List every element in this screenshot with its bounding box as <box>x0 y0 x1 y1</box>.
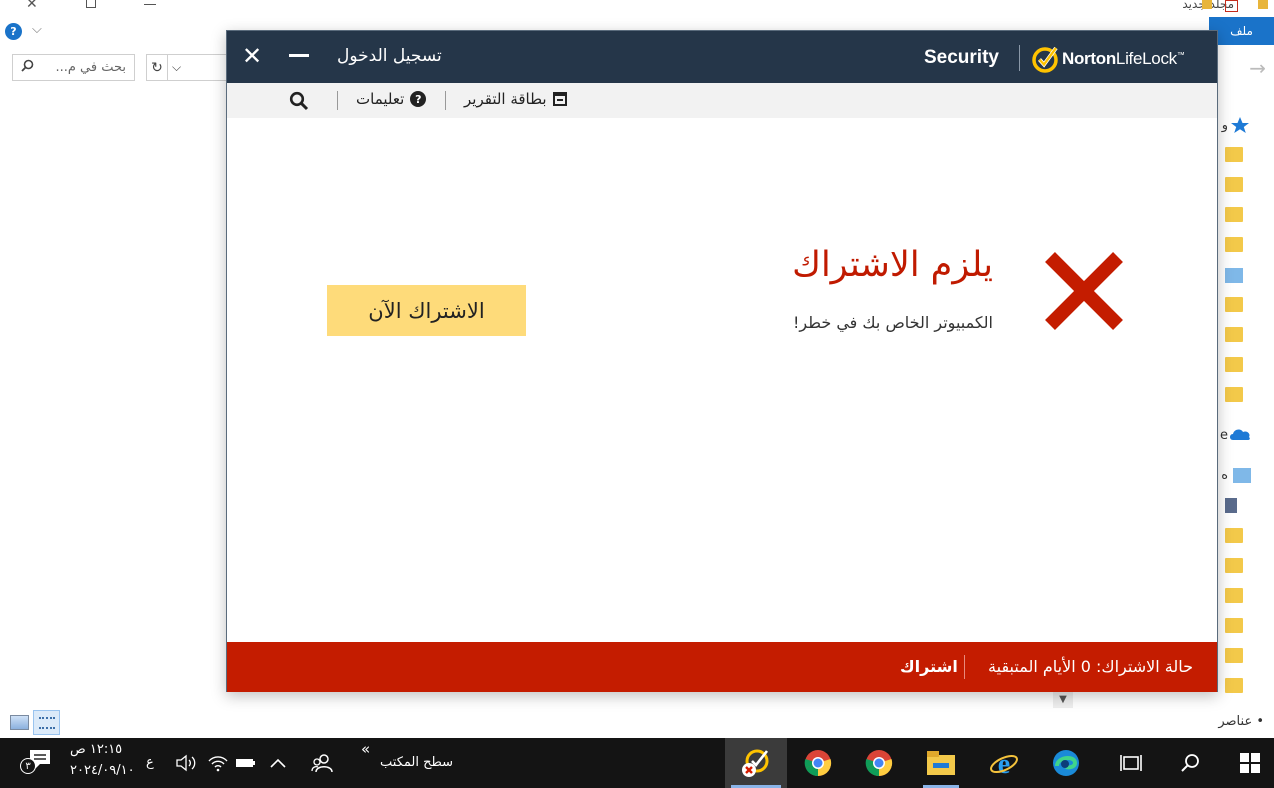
days-remaining: 0 الأيام المتبقية <box>988 657 1091 676</box>
norton-lifelock-logo: NortonLifeLock™ <box>1062 49 1185 68</box>
logo-lifelock-text: LifeLock <box>1115 49 1177 68</box>
product-name: Security <box>924 47 999 68</box>
sign-in-link[interactable]: تسجيل الدخول <box>337 46 442 66</box>
explorer-titlebar: مجلد جديد ✕ <box>0 0 1274 14</box>
explorer-search-input[interactable]: بحث في م... <box>12 54 135 81</box>
search-icon[interactable] <box>1166 738 1214 788</box>
norton-checkmark-logo-icon <box>1032 46 1058 73</box>
status-items-count: • عناصر <box>1218 714 1264 729</box>
file-explorer-icon[interactable] <box>917 738 965 788</box>
windows-start-icon[interactable] <box>1226 738 1274 788</box>
3d-objects-icon[interactable] <box>1225 498 1237 513</box>
report-card-label: بطاقة التقرير <box>464 90 547 108</box>
help-label: تعليمات <box>356 90 405 108</box>
subscription-status-label: حالة الاشتراك: <box>1096 657 1193 676</box>
minimize-button[interactable] <box>289 54 309 57</box>
report-card-button[interactable]: بطاقة التقرير <box>464 90 567 108</box>
clock-date: ٢٠٢٤/٠٩/١٠ <box>70 763 135 778</box>
toolbar-divider <box>445 91 446 110</box>
desktop-folder-icon[interactable] <box>1225 147 1243 162</box>
help-menu[interactable]: ? تعليمات <box>356 90 427 108</box>
norton-main-panel: يلزم الاشتراك الكمبيوتر الخاص بك في خطر!… <box>227 118 1217 642</box>
properties-icon[interactable] <box>1225 0 1238 12</box>
explorer-close-button[interactable]: ✕ <box>26 0 38 12</box>
edge-icon[interactable] <box>1042 738 1090 788</box>
help-icon: ? <box>410 91 427 107</box>
new-folder-icon[interactable] <box>1202 0 1212 9</box>
toolbar-divider <box>337 91 338 110</box>
nav-item-label: e <box>1220 428 1228 443</box>
input-language-indicator[interactable]: ع <box>146 755 154 770</box>
music-folder-icon[interactable] <box>1225 618 1243 633</box>
task-view-icon[interactable] <box>1107 738 1155 788</box>
folder-icon[interactable] <box>1225 297 1243 312</box>
error-x-icon <box>1045 252 1123 330</box>
this-pc-icon[interactable] <box>1225 268 1243 283</box>
folder-icon[interactable] <box>1225 357 1243 372</box>
folder-icon[interactable] <box>1225 387 1243 402</box>
people-icon[interactable] <box>298 738 346 788</box>
pictures-folder-icon[interactable] <box>1225 237 1243 252</box>
downloads-folder-icon[interactable] <box>1225 177 1243 192</box>
chrome-icon[interactable] <box>855 738 903 788</box>
nav-item-label: و <box>1221 118 1228 133</box>
pictures-folder-icon[interactable] <box>1225 648 1243 663</box>
norton-window: ✕ تسجيل الدخول Security NortonLifeLock™ … <box>226 30 1218 692</box>
internet-explorer-icon[interactable]: e <box>980 738 1028 788</box>
forward-arrow-icon[interactable]: → <box>1249 56 1266 80</box>
documents-folder-icon[interactable] <box>1225 207 1243 222</box>
videos-folder-icon[interactable] <box>1225 678 1243 693</box>
quick-access-star-icon[interactable] <box>1230 116 1250 134</box>
logo-norton-text: Norton <box>1062 49 1116 68</box>
folder-icon[interactable] <box>1225 327 1243 342</box>
explorer-restore-button[interactable] <box>86 0 96 8</box>
clock-time: ١٢:١٥ ص <box>70 742 123 757</box>
volume-icon[interactable] <box>168 738 206 788</box>
refresh-button[interactable]: ↻ <box>146 54 168 81</box>
nav-item-label: ه <box>1221 468 1228 483</box>
downloads-folder-icon[interactable] <box>1225 528 1243 543</box>
subscription-status-text: حالة الاشتراك: 0 الأيام المتبقية <box>988 657 1193 676</box>
search-icon <box>21 59 34 76</box>
address-history-dropdown[interactable]: ⌵ <box>168 54 228 81</box>
norton-toolbar: ? تعليمات بطاقة التقرير <box>227 83 1217 118</box>
this-pc-icon[interactable] <box>1233 468 1251 483</box>
toolbar-expand-chevrons[interactable]: » <box>361 740 370 758</box>
details-view-icon[interactable] <box>33 710 60 735</box>
desktop-folder-icon[interactable] <box>1225 558 1243 573</box>
subscribe-now-button[interactable]: الاشتراك الآن <box>327 285 526 336</box>
explorer-minimize-button[interactable] <box>144 4 156 5</box>
header-divider <box>1019 45 1020 71</box>
help-icon[interactable]: ? <box>5 23 22 40</box>
calendar-icon <box>552 92 567 106</box>
status-title: يلزم الاشتراك <box>792 245 993 285</box>
scroll-down-arrow[interactable]: ▼ <box>1053 690 1073 708</box>
chrome-icon[interactable] <box>794 738 842 788</box>
desktop-toolbar-label[interactable]: سطح المكتب <box>380 755 453 770</box>
large-icons-view-icon[interactable] <box>10 715 29 730</box>
search-placeholder: بحث في م... <box>55 60 126 75</box>
notification-count-badge: ٣ <box>20 758 36 774</box>
action-center-button[interactable]: ٣ <box>20 748 54 778</box>
ribbon-file-tab[interactable]: ملف <box>1209 17 1274 45</box>
norton-header: ✕ تسجيل الدخول Security NortonLifeLock™ <box>227 31 1217 83</box>
documents-folder-icon[interactable] <box>1225 588 1243 603</box>
windows-taskbar: e سطح المكتب » ع ١٢:١٥ ص ٢٠٢٤/٠٩/١٠ <box>0 738 1274 788</box>
subscribe-link[interactable]: اشتراك <box>900 657 958 676</box>
svg-text:e: e <box>998 749 1010 778</box>
subscription-status-bar: حالة الاشتراك: 0 الأيام المتبقية اشتراك <box>227 642 1217 692</box>
norton-icon[interactable] <box>725 738 787 788</box>
status-subtitle: الكمبيوتر الخاص بك في خطر! <box>793 313 993 332</box>
search-icon[interactable] <box>289 91 309 111</box>
ribbon-expand-chevron-icon[interactable]: ⌵ <box>32 22 42 37</box>
footer-divider <box>964 655 965 679</box>
close-button[interactable]: ✕ <box>239 42 265 70</box>
onedrive-cloud-icon[interactable] <box>1228 427 1252 441</box>
folder-icon <box>1258 0 1268 9</box>
